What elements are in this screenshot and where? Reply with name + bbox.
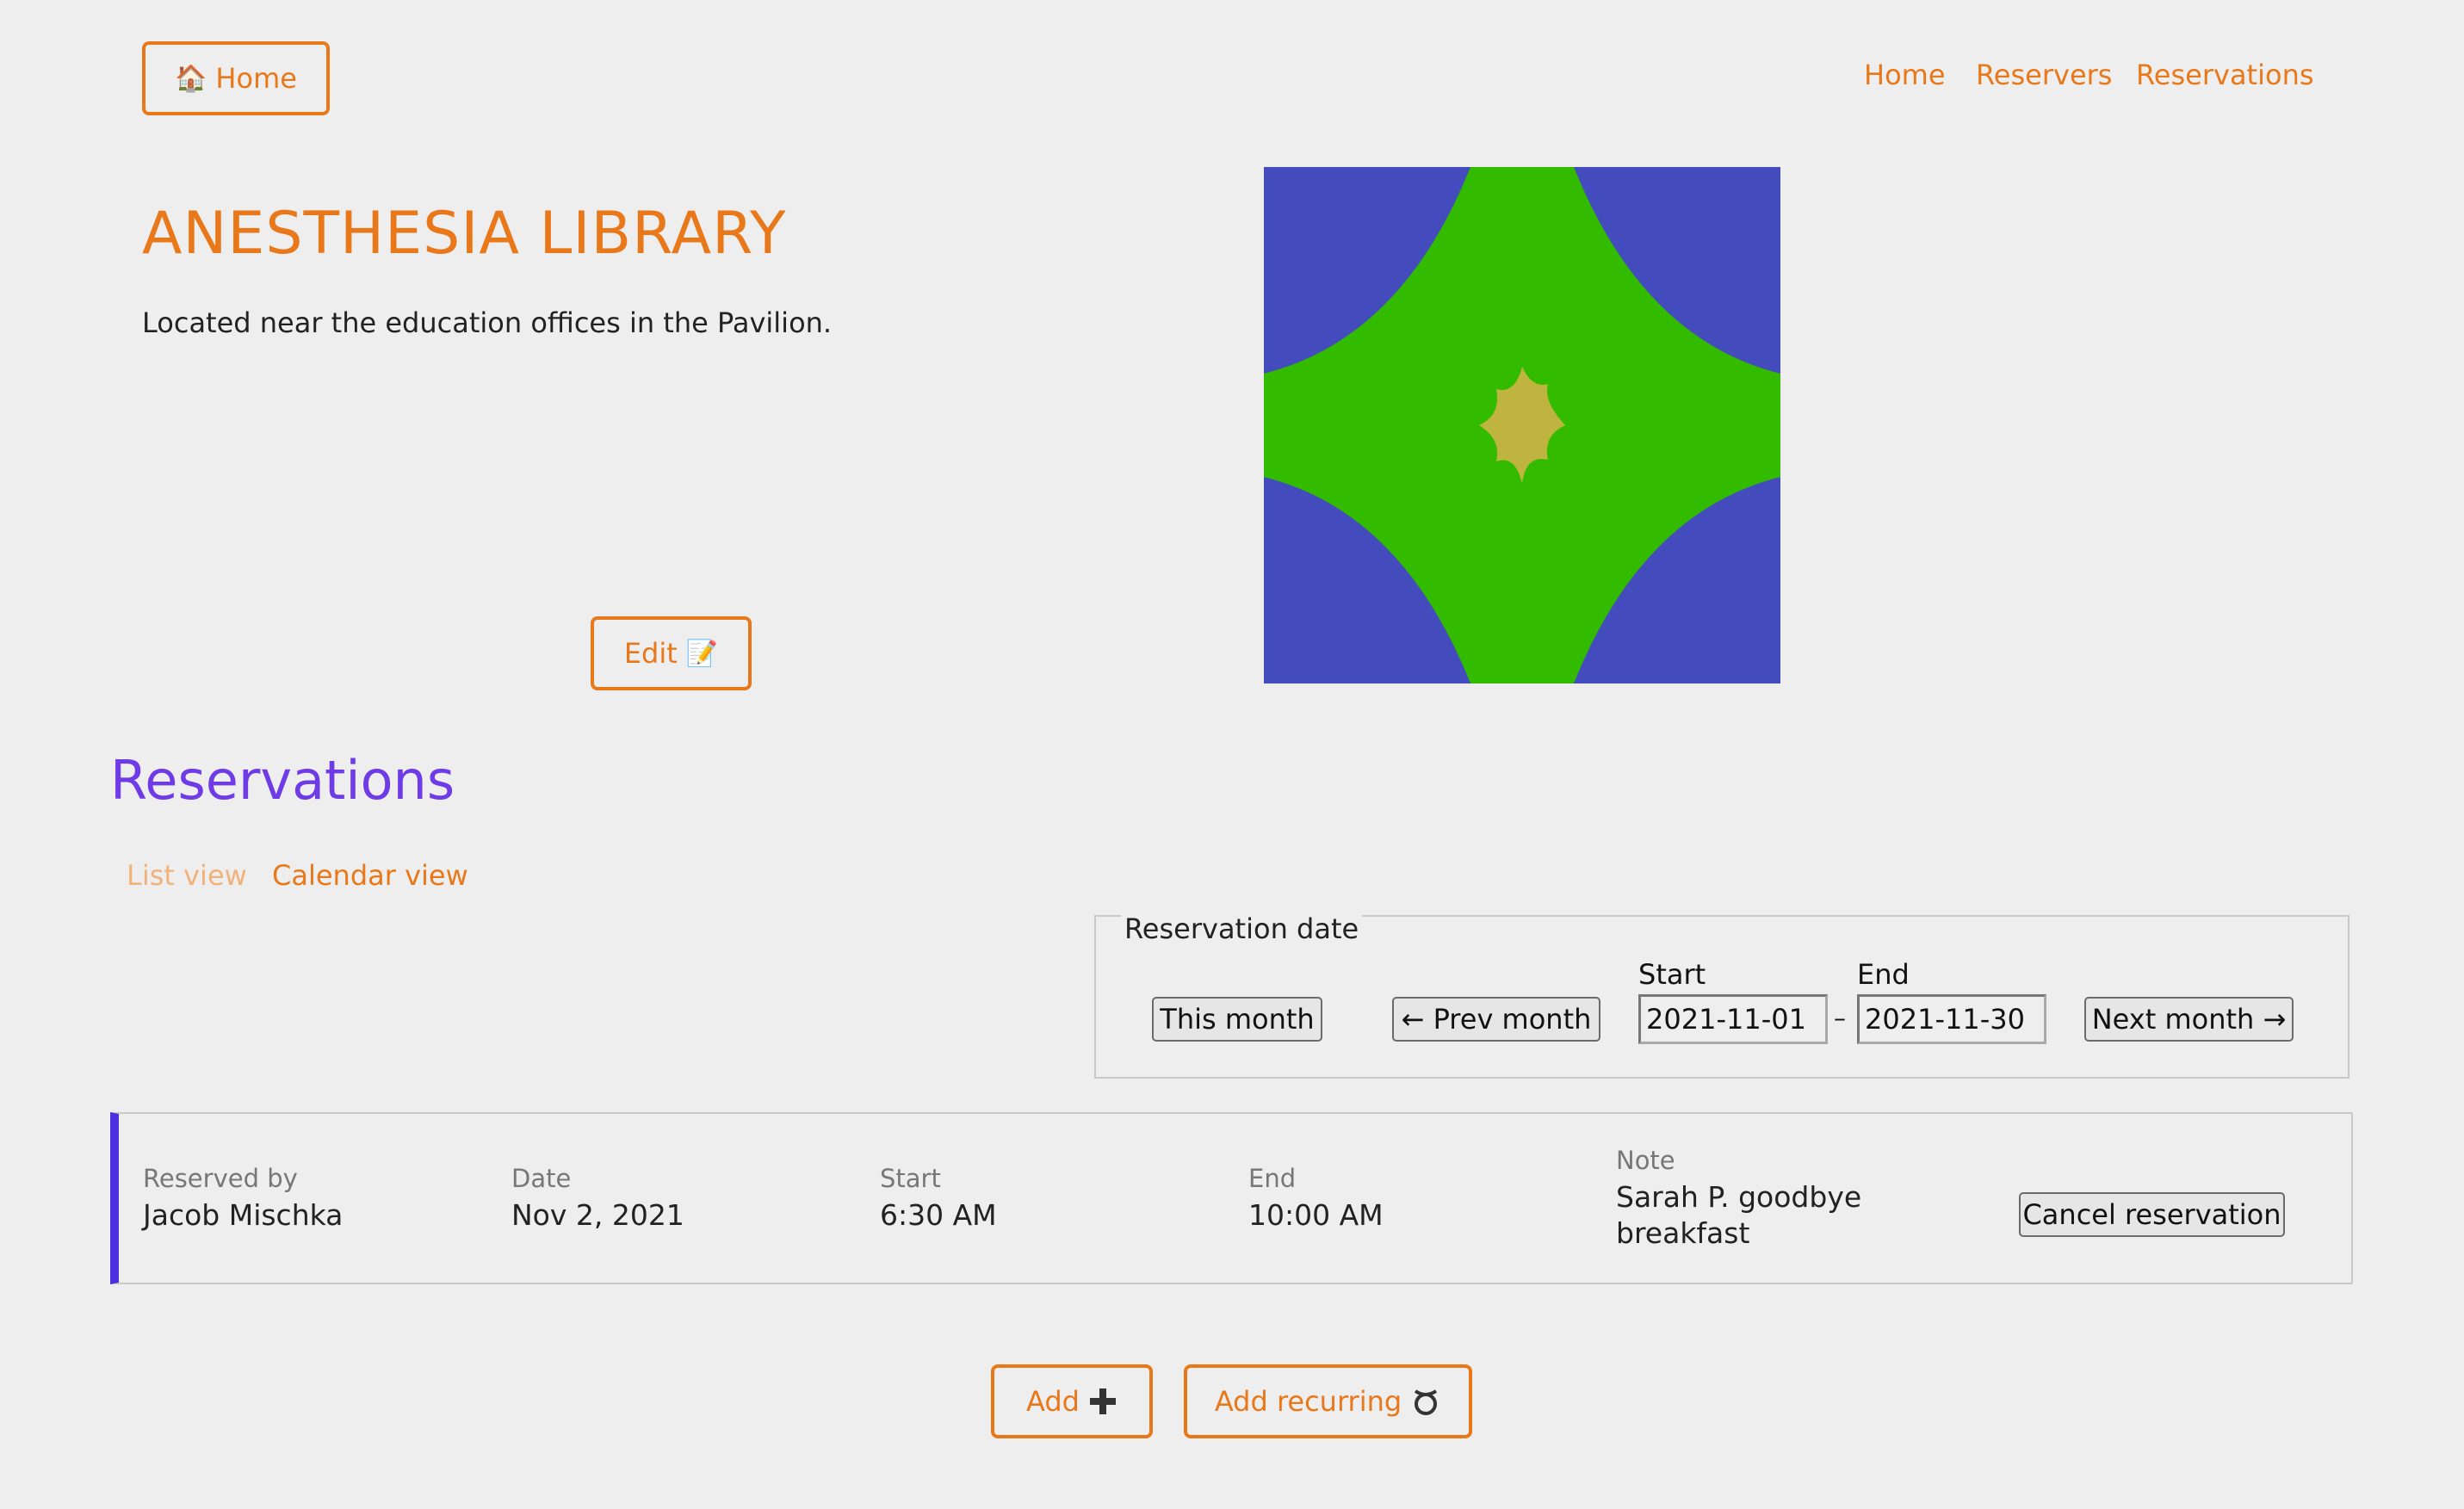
resource-avatar <box>1264 167 1780 683</box>
plus-icon <box>1089 1388 1116 1414</box>
date-label: Date <box>511 1164 572 1193</box>
house-emoji-icon: 🏠 <box>175 63 207 94</box>
add-recurring-button[interactable]: Add recurring <box>1184 1364 1472 1438</box>
recurring-loop-icon <box>1415 1389 1438 1415</box>
end-date-label: End <box>1857 958 1910 991</box>
resource-description: Located near the education offices in th… <box>142 306 833 339</box>
start-label: Start <box>880 1164 941 1193</box>
date-value: Nov 2, 2021 <box>511 1198 684 1232</box>
start-date-input[interactable]: 2021-11-01 <box>1638 994 1828 1044</box>
memo-emoji-icon: 📝 <box>685 638 719 669</box>
home-button[interactable]: 🏠 Home <box>142 41 330 115</box>
date-range-separator: – <box>1834 1004 1846 1032</box>
note-value-line1: Sarah P. goodbye <box>1616 1180 1862 1214</box>
edit-button[interactable]: Edit 📝 <box>591 616 752 690</box>
note-value-line2: breakfast <box>1616 1216 1750 1250</box>
reservation-item <box>110 1112 2353 1284</box>
add-button-label: Add <box>1026 1385 1080 1418</box>
nav-home-link[interactable]: Home <box>1864 59 1946 91</box>
reservations-heading: Reservations <box>110 749 455 812</box>
cancel-reservation-button[interactable]: Cancel reservation <box>2019 1192 2285 1237</box>
start-value: 6:30 AM <box>880 1198 997 1232</box>
reserved-by-value: Jacob Mischka <box>143 1198 344 1232</box>
tab-list-view[interactable]: List view <box>127 859 247 892</box>
next-month-button[interactable]: Next month → <box>2084 997 2294 1042</box>
filter-legend: Reservation date <box>1121 912 1363 945</box>
end-date-input[interactable]: 2021-11-30 <box>1857 994 2046 1044</box>
edit-button-label: Edit <box>623 637 678 670</box>
add-button[interactable]: Add <box>991 1364 1153 1438</box>
add-recurring-button-label: Add recurring <box>1214 1385 1402 1418</box>
home-button-label: Home <box>215 62 297 95</box>
nav-reservations-link[interactable]: Reservations <box>2136 59 2314 91</box>
start-date-label: Start <box>1638 958 1706 991</box>
tab-calendar-view[interactable]: Calendar view <box>272 859 468 892</box>
reserved-by-label: Reserved by <box>143 1164 298 1193</box>
end-label: End <box>1248 1164 1297 1193</box>
note-label: Note <box>1616 1146 1675 1175</box>
end-value: 10:00 AM <box>1248 1198 1384 1232</box>
nav-reservers-link[interactable]: Reservers <box>1976 59 2112 91</box>
this-month-button[interactable]: This month <box>1152 997 1322 1042</box>
resource-title: ANESTHESIA LIBRARY <box>142 200 787 268</box>
prev-month-button[interactable]: ← Prev month <box>1392 997 1600 1042</box>
